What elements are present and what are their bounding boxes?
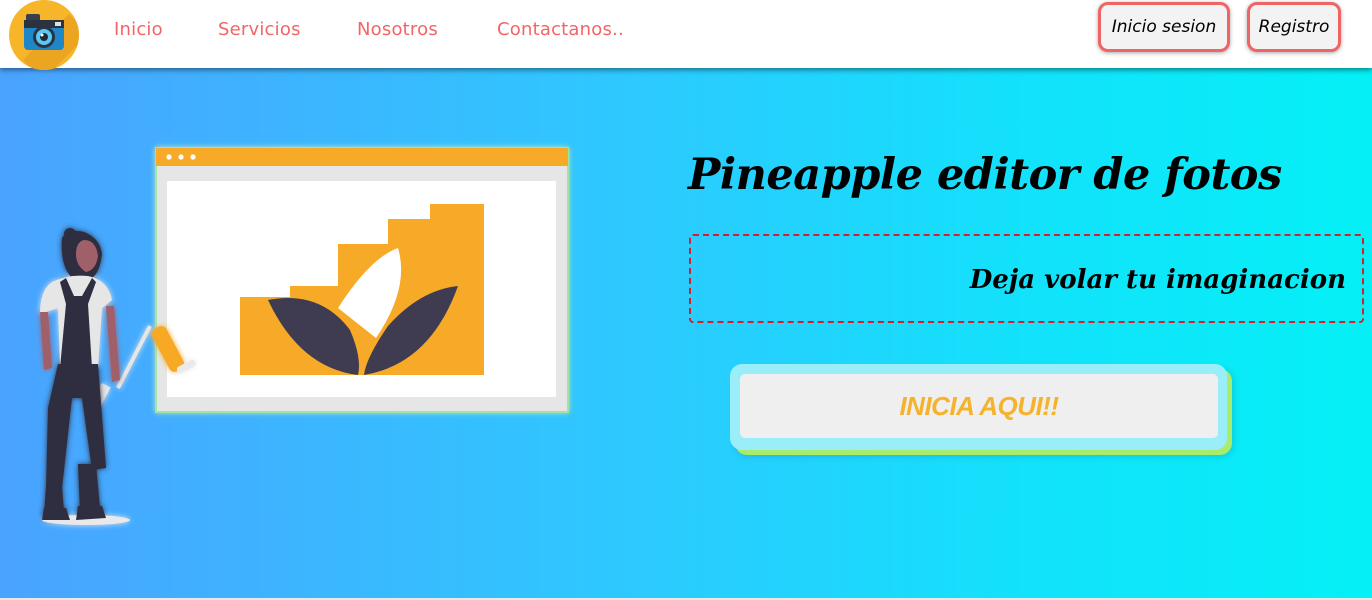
woman-painting-canvas-illustration [40, 147, 569, 525]
tagline-text: Deja volar tu imaginacion [969, 265, 1346, 295]
nav-link-servicios[interactable]: Servicios [218, 19, 301, 40]
cta-container: INICIA AQUI!! [730, 364, 1227, 450]
nav-link-nosotros[interactable]: Nosotros [357, 19, 438, 40]
logo[interactable] [9, 0, 79, 70]
hero-title: Pineapple editor de fotos [688, 150, 1282, 200]
hero-section: Pineapple editor de fotos Deja volar tu … [0, 68, 1372, 598]
register-button[interactable]: Registro [1247, 2, 1341, 52]
tagline-box: Deja volar tu imaginacion [689, 234, 1364, 323]
nav-link-inicio[interactable]: Inicio [114, 19, 163, 40]
top-navbar: Inicio Servicios Nosotros Contactanos.. … [0, 0, 1372, 70]
login-button[interactable]: Inicio sesion [1098, 2, 1230, 52]
nav-link-contactanos[interactable]: Contactanos.. [497, 19, 624, 40]
camera-icon [23, 14, 79, 70]
start-here-button[interactable]: INICIA AQUI!! [740, 374, 1218, 438]
